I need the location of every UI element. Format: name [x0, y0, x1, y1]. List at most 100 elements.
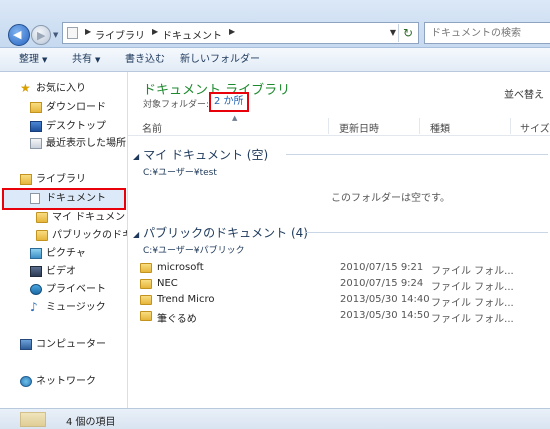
- music-note-icon: ♪: [30, 300, 38, 314]
- file-name: Trend Micro: [157, 294, 215, 305]
- sidebar-item-label: パブリックのドキュメント: [52, 230, 127, 241]
- libraries-icon: [20, 174, 32, 185]
- documents-icon: [30, 193, 40, 204]
- sidebar-item-label: ビデオ: [46, 266, 76, 277]
- breadcrumb-separator-icon[interactable]: ▶: [85, 27, 91, 36]
- pictures-icon: [30, 248, 42, 259]
- folder-icon: [36, 212, 48, 223]
- recent-places-icon: [30, 138, 42, 149]
- group-title: マイ ドキュメント (空): [143, 148, 269, 162]
- column-divider[interactable]: [510, 118, 511, 134]
- file-name: 筆ぐるめ: [157, 314, 197, 325]
- command-toolbar: 整理 ▼ 共有 ▼ 書き込む 新しいフォルダー: [0, 48, 550, 72]
- back-button[interactable]: ◀: [8, 24, 30, 46]
- history-dropdown-icon[interactable]: ▼: [53, 31, 58, 39]
- file-modified: 2010/07/15 9:21: [340, 262, 424, 273]
- sidebar-item-label: 最近表示した場所: [46, 138, 126, 149]
- organize-label: 整理: [19, 54, 39, 65]
- folder-icon: [36, 230, 48, 241]
- folder-icon: [20, 412, 46, 427]
- folder-icon: [140, 295, 152, 305]
- empty-folder-message: このフォルダーは空です。: [331, 193, 450, 204]
- forward-button[interactable]: ▶: [31, 25, 51, 45]
- sidebar-item-label: ドキュメント: [46, 193, 106, 204]
- column-size[interactable]: サイズ: [520, 120, 550, 135]
- private-library-icon: [30, 284, 42, 295]
- navigation-pane: ★ お気に入り ダウンロード デスクトップ 最近表示した場所 ライブラリ ドキュ…: [0, 72, 128, 408]
- breadcrumb-libraries[interactable]: ライブラリ: [95, 27, 145, 42]
- computer-icon: [20, 339, 32, 350]
- back-arrow-icon: ◀: [13, 28, 22, 41]
- target-folder-label: 対象フォルダー:: [143, 100, 210, 110]
- sidebar-item-label: ダウンロード: [46, 102, 106, 113]
- folder-icon: [140, 263, 152, 273]
- forward-arrow-icon: ▶: [37, 29, 46, 42]
- folder-icon: [140, 311, 152, 321]
- sidebar-item-label: プライベート: [46, 284, 106, 295]
- content-pane: ドキュメント ライブラリ 対象フォルダー: 2 か所 並べ替え 名前 更新日時 …: [128, 72, 550, 408]
- chevron-down-icon: ▼: [95, 56, 101, 64]
- sidebar-item-label: ミュージック: [46, 302, 106, 313]
- column-divider[interactable]: [419, 118, 420, 134]
- collapse-triangle-icon: ◢: [133, 152, 140, 161]
- file-type: ファイル フォル...: [431, 266, 514, 277]
- share-label: 共有: [72, 54, 92, 65]
- sidebar-item-documents[interactable]: ドキュメント: [2, 188, 126, 210]
- group-header-my-documents[interactable]: ◢ マイ ドキュメント (空): [133, 146, 268, 163]
- address-folder-icon: [67, 27, 78, 39]
- file-type: ファイル フォル...: [431, 282, 514, 293]
- sidebar-item-label: お気に入り: [36, 83, 86, 94]
- sidebar-item-label: ライブラリ: [36, 174, 86, 185]
- file-modified: 2010/07/15 9:24: [340, 278, 424, 289]
- table-row[interactable]: Trend Micro 2013/05/30 14:40 ファイル フォル...: [140, 293, 548, 309]
- address-dropdown-icon[interactable]: ▼: [390, 28, 396, 37]
- sidebar-item-label: ネットワーク: [36, 376, 96, 387]
- new-folder-button[interactable]: 新しいフォルダー: [180, 52, 260, 68]
- chevron-down-icon: ▼: [42, 56, 48, 64]
- group-header-public-documents[interactable]: ◢ パブリックのドキュメント (4): [133, 224, 308, 241]
- star-icon: ★: [20, 81, 31, 95]
- share-button[interactable]: 共有 ▼: [72, 52, 100, 68]
- downloads-folder-icon: [30, 102, 42, 113]
- file-modified: 2013/05/30 14:40: [340, 294, 430, 305]
- target-folder-link[interactable]: 2 か所: [209, 92, 249, 112]
- network-icon: [20, 376, 32, 387]
- table-row[interactable]: microsoft 2010/07/15 9:21 ファイル フォル...: [140, 261, 548, 277]
- column-type[interactable]: 種類: [430, 120, 450, 135]
- organize-button[interactable]: 整理 ▼: [19, 52, 47, 68]
- group-title: パブリックのドキュメント (4): [143, 226, 308, 240]
- column-name[interactable]: 名前: [142, 120, 162, 135]
- table-row[interactable]: NEC 2010/07/15 9:24 ファイル フォル...: [140, 277, 548, 293]
- group-path: C:¥ユーザー¥パブリック: [143, 246, 245, 256]
- column-header: 名前 更新日時 種類 サイズ: [128, 116, 550, 136]
- status-bar: 4 個の項目: [0, 408, 550, 429]
- file-type: ファイル フォル...: [431, 314, 514, 325]
- item-count: 4 個の項目: [66, 417, 116, 428]
- videos-icon: [30, 266, 42, 277]
- refresh-icon[interactable]: ↻: [398, 24, 417, 42]
- sort-up-icon: ▲: [232, 114, 238, 122]
- group-divider-line: [286, 154, 548, 155]
- group-divider-line: [306, 232, 548, 233]
- address-box[interactable]: ▶ ライブラリ ▶ ドキュメント ▶ ▼ ↻: [62, 22, 419, 44]
- column-modified[interactable]: 更新日時: [339, 120, 379, 135]
- sidebar-item-label: マイ ドキュメント: [52, 212, 128, 223]
- arrange-by-control[interactable]: 並べ替え: [504, 86, 544, 101]
- burn-button[interactable]: 書き込む: [125, 52, 165, 68]
- breadcrumb-separator-icon[interactable]: ▶: [152, 27, 158, 36]
- file-name: NEC: [157, 278, 178, 289]
- search-input[interactable]: [424, 22, 550, 44]
- collapse-triangle-icon: ◢: [133, 230, 140, 239]
- table-row[interactable]: 筆ぐるめ 2013/05/30 14:50 ファイル フォル...: [140, 309, 548, 325]
- sidebar-item-label: ピクチャ: [46, 248, 86, 259]
- desktop-icon: [30, 121, 42, 132]
- folder-icon: [140, 279, 152, 289]
- file-type: ファイル フォル...: [431, 298, 514, 309]
- breadcrumb-documents[interactable]: ドキュメント: [162, 27, 222, 42]
- file-name: microsoft: [157, 262, 204, 273]
- file-modified: 2013/05/30 14:50: [340, 310, 430, 321]
- breadcrumb-separator-icon[interactable]: ▶: [229, 27, 235, 36]
- column-divider[interactable]: [328, 118, 329, 134]
- group-path: C:¥ユーザー¥test: [143, 168, 217, 178]
- sidebar-item-label: デスクトップ: [46, 121, 106, 132]
